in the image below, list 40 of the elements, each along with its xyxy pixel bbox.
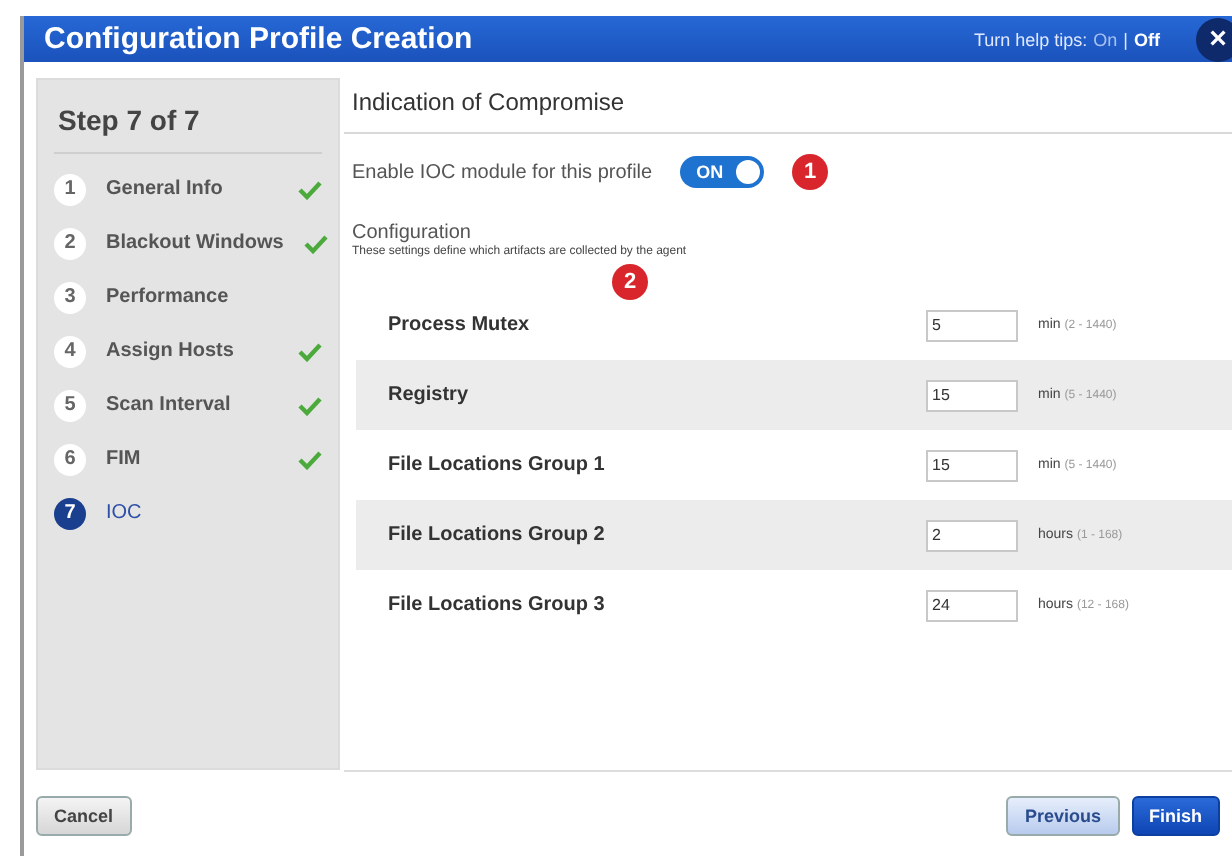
step-label[interactable]: Assign Hosts	[106, 340, 278, 362]
previous-button[interactable]: Previous	[1006, 796, 1119, 836]
step-number: 6	[54, 443, 86, 475]
step-number: 1	[54, 173, 86, 205]
interval-input[interactable]: 15	[926, 449, 1018, 481]
interval-input[interactable]: 5	[926, 309, 1018, 341]
step-marker: 2	[612, 264, 648, 300]
step-marker: 1	[792, 154, 829, 190]
setting-name: File Locations Group 3	[388, 594, 607, 616]
interval-input[interactable]: 15	[926, 379, 1018, 411]
step-number: 7	[54, 497, 86, 529]
configuration-title: Configuration	[350, 220, 473, 244]
step-label[interactable]: Blackout Windows	[106, 232, 284, 254]
setting-name: Registry	[388, 384, 471, 406]
help-tips-option[interactable]: On	[1093, 29, 1118, 49]
step-counter: Step 7 of 7	[54, 80, 322, 154]
step-number: 3	[54, 281, 86, 313]
help-tips-label: Turn help tips:	[973, 29, 1088, 49]
step-number: 5	[54, 389, 86, 421]
separator: |	[1123, 29, 1128, 49]
finish-button[interactable]: Finish	[1131, 796, 1220, 836]
interval-input[interactable]: 24	[926, 589, 1018, 621]
step-number: 4	[54, 335, 86, 367]
interval-input[interactable]: 2	[926, 519, 1018, 551]
step-label[interactable]: FIM	[106, 448, 278, 470]
step-label[interactable]: General Info	[106, 178, 278, 200]
setting-name: File Locations Group 1	[388, 454, 607, 476]
section-heading: Indication of Compromise	[344, 78, 1232, 134]
toggle-switch[interactable]: ON	[680, 156, 765, 188]
cancel-button[interactable]: Cancel	[36, 796, 132, 836]
enable-label: Enable IOC module for this profile	[352, 161, 653, 183]
setting-name: File Locations Group 2	[388, 524, 607, 546]
step-label[interactable]: Performance	[106, 286, 322, 308]
window-title: Configuration Profile Creation	[44, 22, 475, 56]
close-button[interactable]: ×	[1196, 17, 1232, 61]
help-tips-option[interactable]: Off	[1134, 29, 1160, 49]
step-number: 2	[54, 227, 86, 259]
step-label[interactable]: IOC	[106, 502, 322, 524]
step-label[interactable]: Scan Interval	[106, 394, 278, 416]
setting-name: Process Mutex	[388, 314, 532, 336]
